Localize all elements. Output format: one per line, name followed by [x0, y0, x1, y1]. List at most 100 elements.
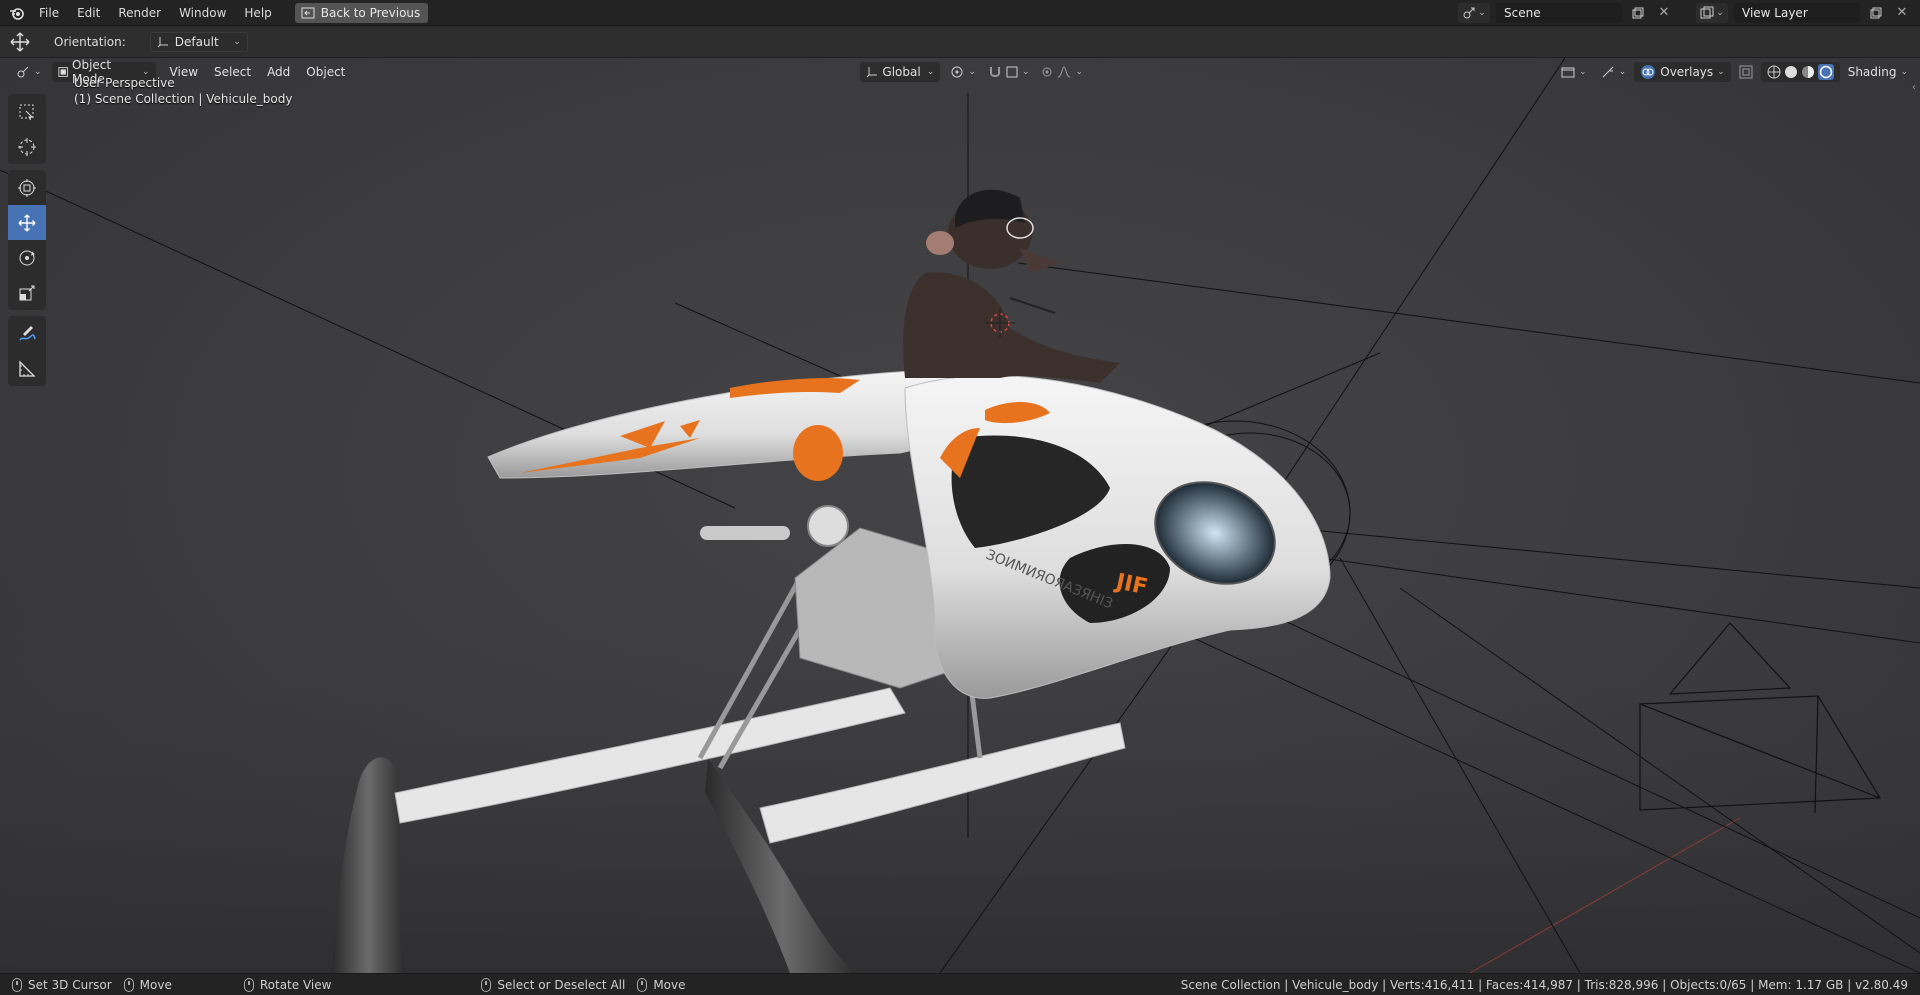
material-shading-icon[interactable] [1801, 65, 1815, 79]
menu-render[interactable]: Render [109, 0, 170, 26]
vehicle-exhaust [700, 526, 790, 540]
scene-render[interactable]: JIF ЗОИМИЯОЯАЗЯНІЗ [0, 58, 1920, 973]
shading-mode-buttons[interactable] [1760, 62, 1840, 82]
pivot-icon [951, 66, 963, 78]
xray-icon [1739, 65, 1753, 79]
menu-edit[interactable]: Edit [68, 0, 109, 26]
rendered-shading-icon[interactable] [1817, 64, 1834, 80]
view-layer-name-field[interactable]: View Layer [1734, 2, 1860, 23]
delete-view-layer-button[interactable]: ✕ [1892, 3, 1912, 23]
menu-add[interactable]: Add [259, 62, 298, 82]
tool-rotate[interactable] [8, 240, 46, 275]
move-tool-icon[interactable] [0, 26, 40, 58]
transform-icon [18, 178, 36, 197]
status-hint-rotate-view: Rotate View [243, 977, 332, 992]
overlays-dropdown[interactable]: Overlays ⌄ [1634, 62, 1731, 82]
menu-help[interactable]: Help [235, 0, 280, 26]
menu-file[interactable]: File [30, 0, 68, 26]
sidebar-toggle-icon[interactable]: ‹ [1912, 82, 1916, 93]
snap-target-icon [1006, 66, 1018, 78]
status-hint-label: Set 3D Cursor [28, 977, 112, 992]
falloff-curve-icon [1058, 66, 1071, 78]
wireframe-shading-icon[interactable] [1767, 65, 1781, 79]
status-hint-move: Move [123, 977, 172, 992]
tool-shelf [8, 94, 46, 386]
select-box-icon [19, 104, 34, 120]
back-to-previous-button[interactable]: Back to Previous [294, 2, 429, 23]
snap-toggle-button[interactable]: ⌄ [982, 62, 1036, 82]
chevron-down-icon: ⌄ [1618, 67, 1627, 77]
status-hint-label: Move [139, 977, 172, 992]
orientation-label: Orientation: [54, 34, 126, 49]
vehicle-pulley [807, 505, 849, 547]
cursor-icon [18, 137, 36, 156]
tool-annotate[interactable] [8, 316, 46, 351]
status-hint-label: Select or Deselect All [497, 977, 626, 992]
new-scene-button[interactable] [1628, 3, 1648, 23]
scene-statistics: Scene Collection | Vehicule_body | Verts… [1180, 977, 1908, 992]
transform-orientation-dropdown[interactable]: Global ⌄ [860, 62, 941, 82]
tool-measure[interactable] [8, 351, 46, 386]
blender-logo-icon[interactable] [4, 0, 30, 26]
scene-name-field[interactable]: Scene [1496, 2, 1622, 23]
chevron-down-icon: ⌄ [1900, 67, 1908, 77]
proportional-editing-button[interactable]: ⌄ [1035, 62, 1089, 82]
tool-cursor[interactable] [8, 129, 46, 164]
pivot-point-button[interactable]: ⌄ [944, 62, 982, 82]
chevron-down-icon: ⌄ [1478, 7, 1486, 18]
orientation-dropdown[interactable]: Default ⌄ [149, 31, 248, 52]
menu-window[interactable]: Window [170, 0, 235, 26]
mouse-left-icon [12, 977, 22, 992]
rotate-icon [19, 250, 35, 265]
tool-settings-header: Orientation: Default ⌄ [0, 26, 1920, 58]
vehicle-stripe [793, 425, 843, 481]
editor-type-button[interactable]: ⌄ [10, 62, 48, 82]
chevron-down-icon: ⌄ [1716, 7, 1724, 18]
axes-icon [867, 67, 878, 78]
mouse-middle-icon [243, 977, 254, 992]
viewport-header: ⌄ Object Mode ⌄ View Select Add Object G… [0, 58, 1920, 86]
tool-select-box[interactable] [8, 94, 46, 129]
rat-pilot[interactable] [903, 189, 1120, 383]
tool-transform[interactable] [8, 170, 46, 205]
annotate-icon [19, 325, 36, 341]
object-mode-icon [57, 67, 68, 77]
top-menu-bar: File Edit Render Window Help Back to Pre… [0, 0, 1920, 26]
delete-scene-button[interactable]: ✕ [1654, 3, 1674, 23]
view-layer-icon [1700, 6, 1714, 18]
chevron-down-icon: ⌄ [34, 67, 42, 77]
chevron-down-icon: ⌄ [926, 67, 935, 77]
scene-selector-button[interactable]: ⌄ [1458, 2, 1490, 23]
chevron-down-icon: ⌄ [233, 36, 241, 47]
xray-toggle-button[interactable] [1733, 62, 1759, 82]
chevron-down-icon: ⌄ [1075, 67, 1084, 77]
solid-shading-icon[interactable] [1784, 65, 1798, 79]
editor-type-icon [17, 66, 29, 78]
status-hint-label: Rotate View [259, 977, 332, 992]
scene-icon [1463, 7, 1475, 18]
3d-viewport[interactable]: JIF ЗОИМИЯОЯАЗЯНІЗ ⌄ Object Mode ⌄ View … [0, 58, 1920, 973]
mouse-drag-icon [637, 977, 648, 992]
shading-dropdown[interactable]: Shading ⌄ [1842, 62, 1914, 82]
gizmo-toggle-button[interactable]: ⌄ [1595, 62, 1633, 82]
mouse-drag-icon [123, 977, 134, 992]
view-layer-selector-button[interactable]: ⌄ [1696, 2, 1728, 23]
chevron-down-icon: ⌄ [1717, 67, 1725, 77]
object-types-icon [1561, 67, 1575, 78]
view-object-types-button[interactable]: ⌄ [1555, 62, 1593, 82]
overlays-icon [1641, 65, 1656, 79]
copy-icon [1870, 7, 1882, 18]
move-icon [18, 214, 36, 231]
tool-move[interactable] [8, 205, 46, 240]
new-view-layer-button[interactable] [1866, 3, 1886, 23]
menu-object[interactable]: Object [298, 62, 353, 82]
orientation-value: Default [174, 34, 219, 49]
close-icon: ✕ [1896, 5, 1908, 20]
back-icon [301, 7, 315, 18]
status-hint-set-cursor: Set 3D Cursor [12, 977, 112, 992]
overlays-label: Overlays [1660, 65, 1714, 79]
scale-icon [19, 285, 35, 300]
menu-select[interactable]: Select [206, 62, 259, 82]
tool-scale[interactable] [8, 275, 46, 310]
mouse-right-icon [481, 977, 492, 992]
